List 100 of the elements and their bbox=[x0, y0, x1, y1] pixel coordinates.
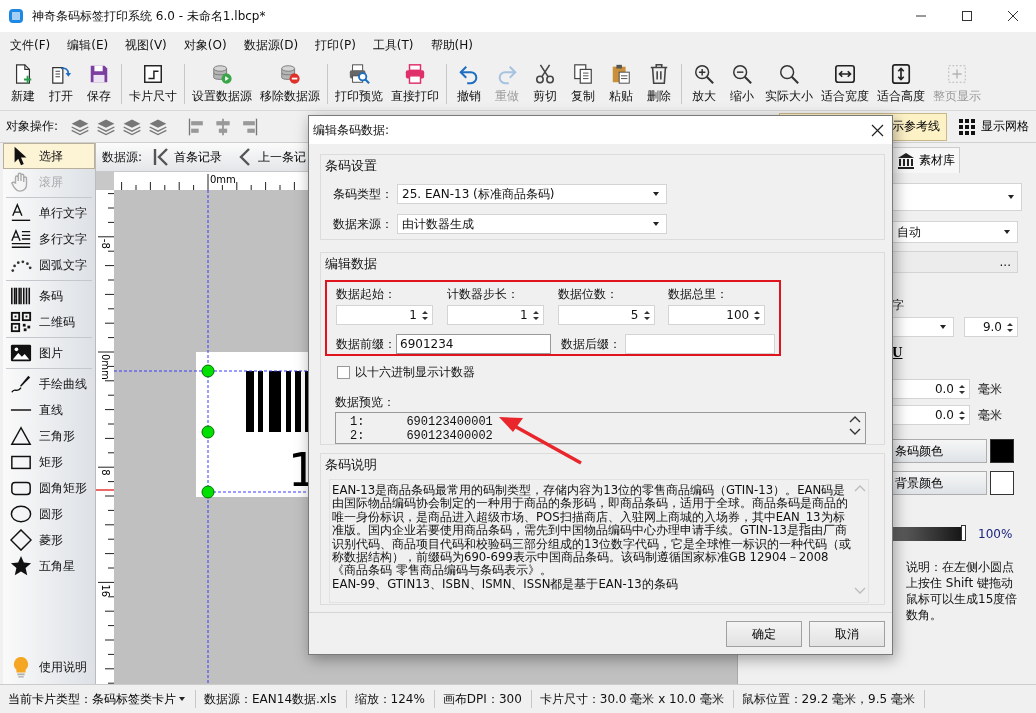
tool-button[interactable]: 单行文字 bbox=[3, 200, 95, 226]
dialog-button[interactable]: 确定 bbox=[726, 621, 802, 647]
scroll-arrows-icon[interactable] bbox=[849, 415, 861, 437]
ruler-label: 16 bbox=[100, 584, 111, 598]
close-icon[interactable] bbox=[871, 123, 884, 137]
toolbar-button[interactable]: 缩小 bbox=[723, 58, 761, 110]
number-field[interactable]: 5 bbox=[557, 305, 655, 325]
tool-button[interactable]: 三角形 bbox=[3, 423, 95, 449]
group-title: 条码说明 bbox=[325, 457, 378, 473]
tool-button[interactable]: 选择 bbox=[3, 143, 95, 169]
toolbar-button[interactable]: 放大 bbox=[685, 58, 723, 110]
toolbar-button[interactable]: 撤销 bbox=[450, 58, 488, 110]
tool-button[interactable]: 多行文字 bbox=[3, 226, 95, 252]
tool-button[interactable]: 矩形 bbox=[3, 449, 95, 475]
toolbar-button[interactable]: 移除数据源 bbox=[256, 58, 324, 110]
number-field[interactable]: 0.0 bbox=[892, 405, 970, 425]
dropdown[interactable]: 由计数器生成 bbox=[397, 214, 667, 234]
toolbar-button[interactable]: 打开 bbox=[42, 58, 80, 110]
toggle-button[interactable]: 显示网格 bbox=[953, 113, 1036, 140]
text-field[interactable] bbox=[625, 334, 775, 354]
section-label: 字 bbox=[892, 297, 905, 313]
panel-tab[interactable]: 素材库 bbox=[892, 147, 960, 173]
nav-button[interactable]: 首条记录 bbox=[148, 147, 227, 167]
tool-button[interactable]: 圆弧文字 bbox=[3, 252, 95, 278]
width-arrows-icon bbox=[834, 63, 856, 85]
toolbar-button[interactable]: 适合高度 bbox=[873, 58, 929, 110]
tool-button[interactable]: 图片 bbox=[3, 340, 95, 366]
square-corner-icon bbox=[142, 63, 164, 85]
toolbar-button[interactable]: 直接打印 bbox=[387, 58, 443, 110]
underline-button[interactable]: U bbox=[892, 345, 908, 361]
dropdown[interactable]: 25. EAN-13 (标准商品条码) bbox=[397, 184, 667, 204]
menu-item[interactable]: 视图(V) bbox=[119, 36, 173, 54]
status-text: 数据源：EAN14数据.xls bbox=[202, 690, 347, 708]
number-field[interactable]: 9.0 bbox=[964, 317, 1018, 337]
toolbar-button[interactable]: 实际大小 bbox=[761, 58, 817, 110]
number-field[interactable]: 100 bbox=[668, 305, 766, 325]
nav-button[interactable]: 上一条记 bbox=[232, 147, 311, 167]
tool-button[interactable]: 菱形 bbox=[3, 527, 95, 553]
menu-item[interactable]: 工具(T) bbox=[366, 36, 420, 54]
position-marker bbox=[96, 489, 115, 491]
toolbar-button[interactable]: 保存 bbox=[80, 58, 118, 110]
tool-button[interactable]: 条码 bbox=[3, 283, 95, 309]
number-field[interactable]: 0.0 bbox=[892, 379, 970, 399]
barcode-drawing bbox=[246, 371, 308, 432]
close-icon[interactable] bbox=[1007, 11, 1019, 21]
toolbar-button[interactable]: 适合宽度 bbox=[817, 58, 873, 110]
resize-handle[interactable] bbox=[201, 485, 215, 499]
building-icon bbox=[897, 151, 915, 170]
menu-item[interactable]: 文件(F) bbox=[4, 36, 57, 54]
tool-button[interactable]: 圆角矩形 bbox=[3, 475, 95, 501]
spin-arrows-icon bbox=[642, 309, 651, 321]
toolbar-button[interactable]: 粘贴 bbox=[602, 58, 640, 110]
toolbar-button[interactable]: 复制 bbox=[564, 58, 602, 110]
slider-thumb[interactable] bbox=[961, 525, 966, 541]
field-label: 数据起始： bbox=[336, 286, 397, 303]
color-swatch[interactable] bbox=[990, 471, 1014, 495]
toolbar-button[interactable]: 设置数据源 bbox=[188, 58, 256, 110]
window-title: 神奇条码标签打印系统 6.0 - 未命名1.lbcp* bbox=[32, 7, 267, 25]
tool-button[interactable]: 二维码 bbox=[3, 309, 95, 335]
field-label: 数据总里： bbox=[668, 286, 730, 303]
checkbox-label[interactable]: 以十六进制显示计数器 bbox=[355, 363, 475, 381]
dialog-button[interactable]: 取消 bbox=[809, 621, 885, 647]
toolbar-button[interactable]: 卡片尺寸 bbox=[125, 58, 181, 110]
color-swatch[interactable] bbox=[990, 439, 1014, 463]
qr-code-icon bbox=[10, 311, 32, 333]
dropdown[interactable]: 自动 bbox=[892, 221, 1018, 243]
color-button[interactable]: 背景颜色 bbox=[892, 471, 987, 495]
menu-item[interactable]: 编辑(E) bbox=[61, 36, 115, 54]
spin-arrows-icon bbox=[753, 309, 762, 321]
ruler-label: -8 bbox=[100, 238, 111, 249]
tool-button[interactable]: 手绘曲线 bbox=[3, 371, 95, 397]
number-field[interactable]: 1 bbox=[446, 305, 544, 325]
maximize-icon[interactable] bbox=[961, 11, 973, 21]
tool-button[interactable]: 圆形 bbox=[3, 501, 95, 527]
checkbox[interactable] bbox=[337, 365, 350, 379]
status-dropdown[interactable]: 当前卡片类型：条码标签类卡片 bbox=[6, 690, 196, 708]
group-title: 条码设置 bbox=[325, 158, 378, 174]
dropdown[interactable] bbox=[892, 317, 954, 337]
number-field[interactable]: 1 bbox=[336, 305, 433, 325]
tool-button[interactable]: 直线 bbox=[3, 397, 95, 423]
toolbar-button[interactable]: 剪切 bbox=[526, 58, 564, 110]
resize-handle[interactable] bbox=[201, 364, 215, 378]
menu-item[interactable]: 打印(P) bbox=[309, 36, 362, 54]
field-label: 条码类型： bbox=[333, 185, 394, 203]
help-button[interactable]: 使用说明 bbox=[3, 654, 95, 680]
grid-icon bbox=[958, 117, 976, 136]
browse-field[interactable]: ... bbox=[892, 251, 1018, 273]
field-label: 数据前缀： bbox=[336, 335, 396, 353]
menu-item[interactable]: 对象(O) bbox=[177, 36, 233, 54]
tool-button[interactable]: 五角星 bbox=[3, 553, 95, 579]
color-button[interactable]: 条码颜色 bbox=[892, 439, 987, 463]
toolbar-button[interactable]: 新建 bbox=[4, 58, 42, 110]
toolbar-button[interactable]: 删除 bbox=[640, 58, 678, 110]
toolbar-button[interactable]: 打印预览 bbox=[331, 58, 387, 110]
menu-item[interactable]: 帮助(H) bbox=[424, 36, 479, 54]
diamond-icon bbox=[10, 529, 32, 551]
resize-handle[interactable] bbox=[201, 425, 215, 439]
database-play-icon bbox=[211, 63, 233, 85]
text-field[interactable]: 6901234 bbox=[396, 334, 551, 354]
menu-item[interactable]: 数据源(D) bbox=[237, 36, 305, 54]
